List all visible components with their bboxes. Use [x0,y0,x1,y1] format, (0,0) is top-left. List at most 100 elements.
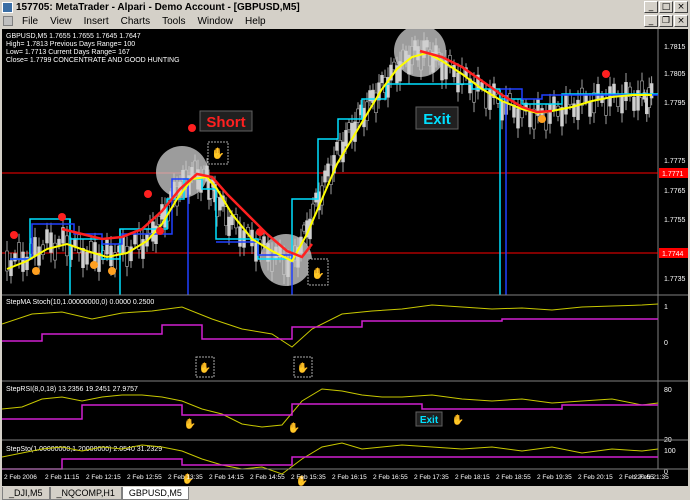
sto-magenta-line [2,456,658,470]
price-tick: 1.7755 [664,217,686,224]
info-line-4: Close= 1.7799 CONCENTRATE AND GOOD HUNTI… [6,57,180,64]
candle-body [77,234,81,253]
stoch-magenta-line [2,318,658,342]
menu-insert[interactable]: Insert [78,16,115,27]
red-dot [58,213,66,221]
candle-body [238,226,242,247]
chart-area[interactable]: GBPUSD,M5 1.7655 1.7655 1.7645 1.7647 Hi… [1,25,688,487]
candle-body [85,251,89,265]
subwindow-tick: 80 [664,387,672,394]
menu-view[interactable]: View [44,16,78,27]
time-tick: 2 Feb 11:15 [45,474,80,481]
exit-label: Exit [420,415,439,426]
maximize-button[interactable]: □ [659,1,673,13]
candle-body [516,108,520,129]
candle-body [326,163,330,177]
short-label: Short [206,114,245,131]
menu-bar: File View Insert Charts Tools Window Hel… [0,14,690,28]
candle-body [548,103,552,124]
minimize-button[interactable]: _ [644,1,658,13]
candle-body [53,242,57,261]
candle-body [224,206,228,226]
candle-body [576,99,580,121]
thumbs-up-glyph: ✋ [452,413,464,426]
candle-body [49,232,53,253]
menu-charts[interactable]: Charts [115,16,156,27]
subwindow-tick: 1 [664,304,668,311]
thumbs-down-glyph: ✋ [199,361,211,374]
candle-body [125,246,129,267]
chart-canvas[interactable]: GBPUSD,M5 1.7655 1.7655 1.7645 1.7647 Hi… [1,25,688,487]
candle-body [456,72,460,93]
menu-window[interactable]: Window [191,16,239,27]
menu-tools[interactable]: Tools [156,16,191,27]
candle-body [596,84,600,100]
candle-body [528,111,532,128]
steprsi-pane: StepRSI(8,0,18) 13.2356 19.2451 27.9757 … [1,380,688,444]
candle-body [302,224,306,232]
title-bar: 157705: MetaTrader - Alpari - Demo Accou… [0,0,690,14]
metatrader-app-icon [2,1,13,13]
time-tick: 2 Feb 21:35 [634,474,669,481]
time-tick: 2 Feb 14:15 [209,474,244,481]
candle-body [157,216,161,225]
menu-help[interactable]: Help [239,16,272,27]
candle-body [218,197,222,211]
candle-body [472,81,476,103]
candle-body [592,92,596,114]
orange-dot [538,115,546,123]
child-minimize-button[interactable]: _ [644,15,658,27]
red-dot [156,227,164,235]
menu-file[interactable]: File [16,16,44,27]
candle-body [556,105,560,117]
candle-body [380,75,384,83]
candle-body [500,101,504,121]
subwindow-tick: 100 [664,448,676,455]
candle-body [254,241,258,262]
tab-nqcomp-h1[interactable]: _NQCOMP,H1 [49,487,122,500]
red-dot [256,228,264,236]
candle-body [227,216,231,236]
candle-body [344,130,348,147]
candle-body [323,170,327,183]
time-tick: 2 Feb 16:55 [373,474,408,481]
time-tick: 2 Feb 14:55 [250,474,285,481]
stepma-stoch-label: StepMA Stoch(10,1.00000000,0) 0.0000 0.2… [6,299,154,306]
time-tick: 2 Feb 16:15 [332,474,367,481]
time-tick: 2 Feb 20:15 [578,474,613,481]
candle-body [81,248,85,268]
red-dot [10,231,18,239]
candle-body [262,236,266,246]
time-tick: 2 Feb 12:55 [127,474,162,481]
price-tick: 1.7775 [664,158,686,165]
candle-body [45,229,49,244]
rsi-yellow-line [1,388,659,428]
child-restore-button[interactable]: ❐ [659,15,673,27]
document-icon[interactable] [3,16,13,26]
time-tick: 2 Feb 13:35 [168,474,203,481]
exit-label: Exit [423,111,451,128]
window-controls: _ □ × [644,1,688,13]
thumbs-down-glyph: ✋ [211,147,225,160]
time-tick: 2 Feb 12:15 [86,474,121,481]
highlight-circle-low [260,234,312,286]
candle-body [335,141,339,151]
candle-body [37,246,41,266]
price-tick: 1.7735 [664,276,686,283]
close-button[interactable]: × [674,1,688,13]
tab-gbpusd-m5[interactable]: GBPUSD,M5 [121,487,189,500]
thumbs-up-glyph: ✋ [311,267,325,280]
candle-body [632,96,636,111]
candle-body [314,192,318,203]
candle-body [568,94,572,106]
orange-dot [32,267,40,275]
candle-body [33,237,37,257]
candle-body [604,97,608,116]
tab-dji-m5[interactable]: _DJI,M5 [2,487,50,500]
price-tick: 1.7805 [664,71,686,78]
candle-body [133,234,137,245]
candle-body [338,140,342,156]
chart-tabs-bar: _DJI,M5 _NQCOMP,H1 GBPUSD,M5 [0,486,690,500]
thumbs-down-glyph: ✋ [184,417,196,430]
child-close-button[interactable]: × [674,15,688,27]
